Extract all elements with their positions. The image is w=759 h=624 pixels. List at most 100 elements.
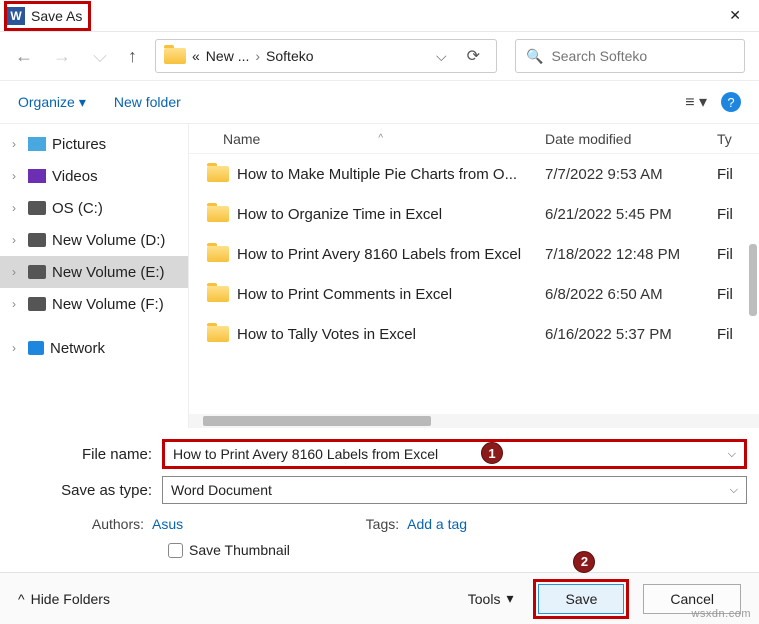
breadcrumb-dropdown[interactable]: ⌵ (430, 48, 453, 65)
sidebar-item[interactable]: › Pictures (0, 128, 188, 160)
file-date: 6/16/2022 5:37 PM (545, 326, 717, 343)
sidebar-item-label: OS (C:) (52, 200, 103, 217)
search-icon: 🔍 (526, 48, 543, 65)
file-date: 6/21/2022 5:45 PM (545, 206, 717, 223)
savetype-label: Save as type: (12, 482, 162, 499)
organize-button[interactable]: Organize ▾ (18, 94, 86, 111)
table-row[interactable]: How to Print Avery 8160 Labels from Exce… (189, 234, 759, 274)
breadcrumb-seg2[interactable]: Softeko (266, 48, 313, 64)
chevron-right-icon: › (12, 265, 22, 279)
file-list: How to Make Multiple Pie Charts from O..… (189, 154, 759, 414)
tools-button[interactable]: Tools ▾ (468, 590, 514, 607)
window-title: Save As (31, 8, 82, 24)
help-icon[interactable]: ? (721, 92, 741, 112)
file-date: 7/18/2022 12:48 PM (545, 246, 717, 263)
breadcrumb[interactable]: « New ... › Softeko ⌵ ⟳ (155, 39, 497, 73)
table-row[interactable]: How to Make Multiple Pie Charts from O..… (189, 154, 759, 194)
sidebar-item[interactable]: ›Network (0, 332, 188, 364)
recent-dropdown[interactable]: ⌵ (90, 46, 110, 67)
save-button[interactable]: Save (538, 584, 624, 614)
hide-folders-button[interactable]: ^ Hide Folders (18, 591, 110, 607)
titlebar: W Save As ✕ (0, 0, 759, 32)
sidebar-item-label: Pictures (52, 136, 106, 153)
folder-icon (207, 206, 229, 222)
authors-label: Authors: (80, 516, 152, 532)
table-row[interactable]: How to Organize Time in Excel6/21/2022 5… (189, 194, 759, 234)
back-button[interactable]: ← (14, 46, 34, 67)
col-date[interactable]: Date modified (545, 131, 717, 147)
save-form: File name: How to Print Avery 8160 Label… (0, 428, 759, 572)
refresh-icon[interactable]: ⟳ (459, 46, 488, 66)
drive-icon (28, 137, 46, 151)
tags-label: Tags: (359, 516, 407, 532)
sidebar-item[interactable]: ›New Volume (F:) (0, 288, 188, 320)
tools-label: Tools (468, 591, 501, 607)
file-name: How to Tally Votes in Excel (237, 326, 545, 343)
table-row[interactable]: How to Print Comments in Excel6/8/2022 6… (189, 274, 759, 314)
folder-icon (207, 246, 229, 262)
column-header[interactable]: Name ^ Date modified Ty (189, 124, 759, 154)
col-name[interactable]: Name (223, 131, 260, 147)
main-split: › Pictures › Videos › OS (C:) › New Volume (D:)… (0, 124, 759, 428)
toolbar: Organize ▾ New folder ≡ ▾ ? (0, 80, 759, 124)
file-name: How to Print Comments in Excel (237, 286, 545, 303)
sidebar: › Pictures › Videos › OS (C:) › New Volume (D:)… (0, 124, 188, 428)
search-box[interactable]: 🔍 (515, 39, 745, 73)
file-type: Fil (717, 206, 745, 223)
chevron-right-icon: › (12, 201, 22, 215)
sidebar-item-label: Videos (52, 168, 98, 185)
file-type: Fil (717, 286, 745, 303)
breadcrumb-sep: › (255, 48, 260, 64)
breadcrumb-seg1[interactable]: New ... (206, 48, 250, 64)
filename-input[interactable]: How to Print Avery 8160 Labels from Exce… (162, 439, 747, 469)
hide-folders-label: Hide Folders (31, 591, 110, 607)
sidebar-item[interactable]: ›New Volume (E:) (0, 256, 188, 288)
footer: ^ Hide Folders Tools ▾ 2 Save Cancel (0, 572, 759, 624)
sidebar-item[interactable]: › Videos (0, 160, 188, 192)
word-app-icon: W (7, 7, 25, 25)
v-scroll-thumb[interactable] (749, 244, 757, 316)
tags-value[interactable]: Add a tag (407, 516, 467, 532)
scroll-thumb[interactable] (203, 416, 431, 426)
sidebar-item-label: New Volume (D:) (52, 232, 165, 249)
drive-icon (28, 297, 46, 311)
watermark: wsxdn.com (691, 608, 751, 620)
thumbnail-checkbox[interactable] (168, 543, 183, 558)
navbar: ← → ⌵ ↑ « New ... › Softeko ⌵ ⟳ 🔍 (0, 32, 759, 80)
thumbnail-label: Save Thumbnail (189, 542, 290, 558)
sidebar-item-label: New Volume (F:) (52, 296, 164, 313)
file-type: Fil (717, 166, 745, 183)
sidebar-item[interactable]: › New Volume (D:) (0, 224, 188, 256)
chevron-down-icon[interactable]: ⌵ (728, 448, 736, 461)
new-folder-button[interactable]: New folder (114, 94, 181, 110)
chevron-down-icon: ▾ (79, 94, 86, 111)
search-input[interactable] (551, 48, 734, 64)
folder-icon (164, 48, 186, 64)
sidebar-item[interactable]: › OS (C:) (0, 192, 188, 224)
h-scrollbar[interactable] (189, 414, 759, 428)
chevron-down-icon: ▾ (506, 590, 513, 607)
view-options-button[interactable]: ≡ ▾ (685, 92, 707, 112)
table-row[interactable]: How to Tally Votes in Excel6/16/2022 5:3… (189, 314, 759, 354)
drive-icon (28, 201, 46, 215)
chevron-right-icon: › (12, 137, 22, 151)
drive-icon (28, 169, 46, 183)
up-button[interactable]: ↑ (128, 46, 137, 67)
file-name: How to Make Multiple Pie Charts from O..… (237, 166, 545, 183)
close-icon[interactable]: ✕ (721, 3, 749, 28)
authors-value[interactable]: Asus (152, 516, 183, 532)
drive-icon (28, 265, 46, 279)
savetype-value: Word Document (171, 482, 272, 498)
forward-button[interactable]: → (52, 46, 72, 67)
chevron-up-icon: ^ (18, 591, 25, 607)
savetype-combo[interactable]: Word Document ⌵ (162, 476, 747, 504)
chevron-right-icon: › (12, 233, 22, 247)
col-type[interactable]: Ty (717, 131, 745, 147)
organize-label: Organize (18, 94, 75, 110)
chevron-down-icon[interactable]: ⌵ (730, 484, 738, 497)
file-date: 6/8/2022 6:50 AM (545, 286, 717, 303)
filename-label: File name: (12, 446, 162, 463)
drive-icon (28, 233, 46, 247)
chevron-right-icon: › (12, 169, 22, 183)
sort-asc-icon: ^ (378, 133, 383, 144)
